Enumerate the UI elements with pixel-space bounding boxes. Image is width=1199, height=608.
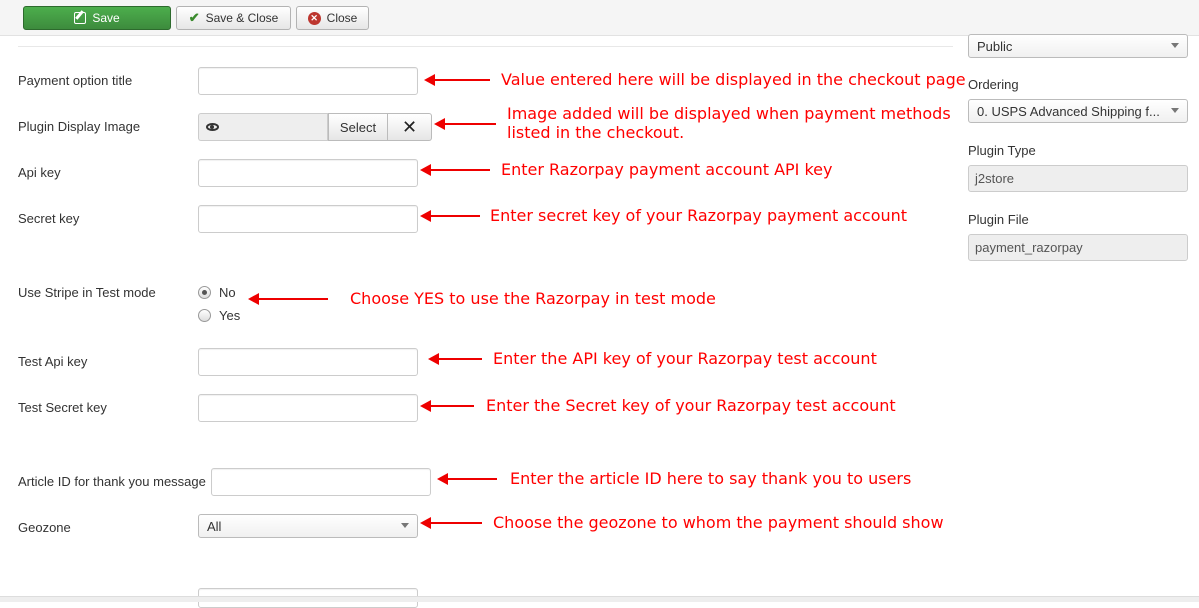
access-select[interactable]: Public [968, 34, 1188, 58]
ordering-select[interactable]: 0. USPS Advanced Shipping f... [968, 99, 1188, 123]
eye-icon [206, 123, 219, 131]
geozone-select[interactable]: All [198, 514, 418, 538]
image-path-field [226, 113, 328, 141]
article-id-input[interactable] [211, 468, 431, 496]
api-key-label: Api key [18, 165, 61, 180]
plugin-display-image-label: Plugin Display Image [18, 119, 141, 134]
radio-no[interactable]: No [198, 285, 236, 300]
plugin-type-label: Plugin Type [968, 143, 1036, 158]
chevron-down-icon [1171, 108, 1179, 113]
annotation-api-key: Enter Razorpay payment account API key [501, 160, 833, 179]
annotation-arrow [248, 293, 328, 305]
annotation-arrow [420, 164, 490, 176]
plugin-file-field: payment_razorpay [968, 234, 1188, 261]
annotation-arrow [428, 353, 482, 365]
ordering-label: Ordering [968, 77, 1019, 92]
api-key-input[interactable] [198, 159, 418, 187]
annotation-image-line2: listed in the checkout. [507, 123, 685, 142]
article-id-label: Article ID for thank you message [18, 474, 206, 489]
geozone-label: Geozone [18, 520, 71, 535]
annotation-test-api-key: Enter the API key of your Razorpay test … [493, 349, 877, 368]
close-circle-icon: ✕ [307, 11, 321, 25]
radio-yes-label: Yes [219, 308, 241, 323]
save-button-label: Save [92, 11, 120, 25]
test-api-key-label: Test Api key [18, 354, 88, 369]
annotation-article-id: Enter the article ID here to say thank y… [510, 469, 912, 488]
divider [18, 46, 953, 47]
test-secret-key-label: Test Secret key [18, 400, 107, 415]
annotation-test-secret-key: Enter the Secret key of your Razorpay te… [486, 396, 896, 415]
radio-yes[interactable]: Yes [198, 308, 240, 323]
save-button[interactable]: Save [23, 6, 171, 30]
annotation-arrow [437, 473, 497, 485]
chevron-down-icon [1171, 43, 1179, 48]
plugin-file-label: Plugin File [968, 212, 1029, 227]
annotation-arrow [434, 118, 496, 130]
annotation-geozone: Choose the geozone to whom the payment s… [493, 513, 944, 532]
toolbar: Save ✔ Save & Close ✕ Close [0, 0, 1199, 36]
save-close-label: Save & Close [205, 11, 279, 25]
edit-icon [74, 12, 87, 24]
annotation-test-mode: Choose YES to use the Razorpay in test m… [350, 289, 716, 308]
test-mode-label: Use Stripe in Test mode [18, 285, 156, 300]
annotation-arrow [420, 517, 482, 529]
ordering-value: 0. USPS Advanced Shipping f... [977, 103, 1160, 119]
preview-button[interactable] [198, 113, 226, 141]
annotation-arrow [424, 74, 490, 86]
close-button[interactable]: ✕ Close [296, 6, 369, 30]
clear-image-button[interactable]: ✕ [388, 113, 432, 141]
annotation-secret-key: Enter secret key of your Razorpay paymen… [490, 206, 908, 225]
chevron-down-icon [401, 523, 409, 528]
x-icon: ✕ [401, 116, 418, 137]
annotation-image-line1: Image added will be displayed when payme… [507, 104, 951, 123]
radio-yes-dot[interactable] [198, 309, 211, 322]
test-secret-key-input[interactable] [198, 394, 418, 422]
radio-no-label: No [219, 285, 236, 300]
payment-option-title-input[interactable] [198, 67, 418, 95]
close-label: Close [326, 11, 358, 25]
check-icon: ✔ [188, 10, 200, 25]
select-image-button[interactable]: Select [328, 113, 388, 141]
plugin-type-field: j2store [968, 165, 1188, 192]
image-picker: Select ✕ [198, 113, 432, 141]
access-value: Public [977, 38, 1013, 54]
geozone-value: All [207, 518, 222, 534]
secret-key-input[interactable] [198, 205, 418, 233]
annotation-arrow [420, 210, 480, 222]
test-api-key-input[interactable] [198, 348, 418, 376]
annotation-title: Value entered here will be displayed in … [501, 70, 966, 89]
secret-key-label: Secret key [18, 211, 80, 226]
annotation-arrow [420, 400, 474, 412]
bottom-bar [0, 596, 1199, 602]
radio-no-dot[interactable] [198, 286, 211, 299]
payment-option-title-label: Payment option title [18, 73, 133, 88]
save-close-button[interactable]: ✔ Save & Close [176, 6, 291, 30]
